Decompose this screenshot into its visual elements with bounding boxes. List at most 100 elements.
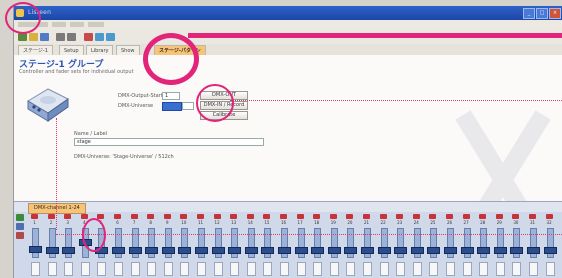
channel-value-box[interactable] — [280, 262, 289, 276]
channel-active-indicator[interactable] — [213, 214, 221, 219]
fader-knob[interactable] — [327, 247, 341, 255]
fader-knob[interactable] — [128, 247, 142, 255]
channel-value-box[interactable] — [246, 262, 256, 276]
fader-knob[interactable] — [311, 247, 325, 255]
fader-knob[interactable] — [510, 247, 524, 255]
fader-knob[interactable] — [244, 247, 258, 255]
channel-active-indicator[interactable] — [313, 214, 321, 219]
channel-active-indicator[interactable] — [529, 214, 536, 219]
channel-value-box[interactable] — [462, 262, 472, 276]
fader-knob[interactable] — [361, 247, 374, 255]
channel-value-box[interactable] — [263, 262, 273, 276]
fader-knob[interactable] — [161, 247, 175, 255]
fader-knob[interactable] — [178, 247, 192, 255]
channel-active-indicator[interactable] — [163, 214, 171, 219]
dmx-universe-select[interactable] — [162, 102, 182, 111]
fader-knob[interactable] — [278, 247, 291, 255]
fader-track[interactable] — [32, 228, 39, 258]
channel-active-indicator[interactable] — [495, 214, 503, 219]
channel-active-indicator[interactable] — [462, 214, 470, 219]
channel-active-indicator[interactable] — [246, 214, 254, 219]
fader-knob[interactable] — [62, 247, 76, 255]
channel-value-box[interactable] — [412, 262, 422, 276]
open-icon[interactable] — [29, 33, 38, 41]
channel-active-indicator[interactable] — [346, 214, 354, 219]
channel-active-indicator[interactable] — [479, 214, 487, 219]
channel-value-box[interactable] — [363, 262, 372, 276]
channel-value-box[interactable] — [396, 262, 406, 276]
channel-value-box[interactable] — [429, 262, 439, 276]
channel-value-box[interactable] — [346, 262, 356, 276]
channel-value-box[interactable] — [64, 262, 74, 276]
channel-active-indicator[interactable] — [379, 214, 387, 219]
enable-icon[interactable] — [16, 214, 24, 221]
channel-value-box[interactable] — [147, 262, 157, 276]
channel-active-indicator[interactable] — [412, 214, 420, 219]
fader-knob[interactable] — [543, 247, 557, 255]
channel-active-indicator[interactable] — [329, 214, 337, 219]
record-icon[interactable] — [84, 33, 93, 41]
fader-knob[interactable] — [394, 247, 408, 255]
channel-active-indicator[interactable] — [263, 214, 271, 219]
channel-value-box[interactable] — [329, 262, 339, 276]
channel-value-box[interactable] — [130, 262, 140, 276]
fader-knob[interactable] — [410, 247, 424, 255]
channel-active-indicator[interactable] — [147, 214, 155, 219]
fader-knob[interactable] — [195, 247, 208, 255]
fader-knob[interactable] — [29, 246, 42, 253]
channel-active-indicator[interactable] — [31, 214, 38, 219]
fader-knob[interactable] — [145, 247, 159, 255]
minimize-icon[interactable]: _ — [523, 8, 535, 19]
channel-value-box[interactable] — [47, 262, 57, 276]
fader-knob[interactable] — [427, 247, 441, 255]
undo-icon[interactable] — [56, 33, 65, 41]
fader-knob[interactable] — [493, 247, 507, 255]
channel-active-indicator[interactable] — [47, 214, 55, 219]
name-field[interactable]: stage — [74, 138, 264, 146]
close-icon[interactable]: × — [549, 8, 561, 19]
channel-value-box[interactable] — [80, 262, 90, 276]
fader-knob[interactable] — [211, 247, 225, 255]
fader-knob[interactable] — [377, 247, 391, 255]
channel-value-box[interactable] — [197, 262, 206, 276]
channel-active-indicator[interactable] — [396, 214, 404, 219]
link-icon[interactable] — [16, 223, 24, 230]
dmx-universe-dropdown[interactable] — [182, 102, 194, 110]
fader-knob[interactable] — [460, 247, 474, 255]
channel-value-box[interactable] — [230, 262, 240, 276]
channel-active-indicator[interactable] — [429, 214, 437, 219]
channel-active-indicator[interactable] — [64, 214, 72, 219]
channel-value-box[interactable] — [97, 262, 107, 276]
channel-value-box[interactable] — [479, 262, 489, 276]
channel-active-indicator[interactable] — [296, 214, 304, 219]
channel-value-box[interactable] — [163, 262, 173, 276]
channel-active-indicator[interactable] — [130, 214, 138, 219]
channel-value-box[interactable] — [114, 262, 123, 276]
fader-knob[interactable] — [45, 247, 59, 255]
fader-knob[interactable] — [344, 247, 358, 255]
channel-value-box[interactable] — [512, 262, 522, 276]
channel-value-box[interactable] — [313, 262, 323, 276]
channel-value-box[interactable] — [529, 262, 538, 276]
fader-knob[interactable] — [527, 247, 540, 255]
channel-active-indicator[interactable] — [114, 214, 121, 219]
channel-value-box[interactable] — [180, 262, 190, 276]
channel-value-box[interactable] — [446, 262, 455, 276]
channel-active-indicator[interactable] — [545, 214, 553, 219]
channel-value-box[interactable] — [296, 262, 306, 276]
new-icon[interactable] — [18, 33, 27, 41]
stop-icon[interactable] — [106, 33, 115, 41]
channel-value-box[interactable] — [31, 262, 40, 276]
menu-item-tools[interactable] — [88, 22, 104, 27]
save-icon[interactable] — [40, 33, 49, 41]
dmx-start-field[interactable]: 1 — [162, 92, 180, 100]
channel-active-indicator[interactable] — [280, 214, 287, 219]
channel-value-box[interactable] — [379, 262, 389, 276]
menu-item-edit[interactable] — [52, 22, 66, 27]
redo-icon[interactable] — [67, 33, 76, 41]
maximize-icon[interactable]: □ — [536, 8, 548, 19]
fader-knob[interactable] — [261, 247, 275, 255]
play-icon[interactable] — [95, 33, 104, 41]
channel-active-indicator[interactable] — [180, 214, 188, 219]
channel-value-box[interactable] — [213, 262, 223, 276]
